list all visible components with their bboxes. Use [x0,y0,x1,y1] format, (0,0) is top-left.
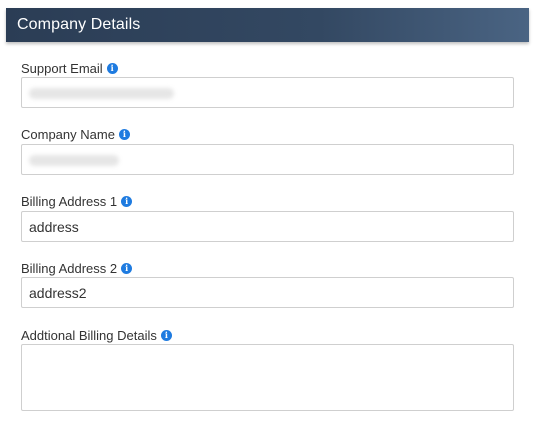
additional-billing-details-textarea[interactable] [21,344,514,411]
support-email-group: Support Email i [21,60,514,108]
billing-address-1-label: Billing Address 1 [21,193,118,209]
info-icon[interactable]: i [118,128,130,140]
billing-address-2-input[interactable] [21,277,514,308]
info-icon[interactable]: i [106,62,118,74]
redacted-value [29,88,174,99]
additional-billing-details-group: Addtional Billing Details i [21,327,514,411]
company-name-field[interactable] [21,144,514,175]
additional-billing-details-label: Addtional Billing Details [21,327,157,343]
support-email-field[interactable] [21,77,514,108]
company-name-label: Company Name [21,126,115,142]
billing-address-2-group: Billing Address 2 i [21,260,514,308]
support-email-label: Support Email [21,60,103,76]
info-icon[interactable]: i [121,262,133,274]
panel-header: Company Details [6,8,529,42]
panel-title: Company Details [17,16,141,33]
billing-address-1-group: Billing Address 1 i [21,193,514,242]
billing-address-2-label: Billing Address 2 [21,260,118,276]
company-details-panel: Company Details Support Email i Company … [0,0,535,424]
redacted-value [29,155,119,166]
info-icon[interactable]: i [121,195,133,207]
billing-address-1-input[interactable] [21,211,514,242]
company-name-group: Company Name i [21,126,514,175]
info-icon[interactable]: i [160,329,172,341]
